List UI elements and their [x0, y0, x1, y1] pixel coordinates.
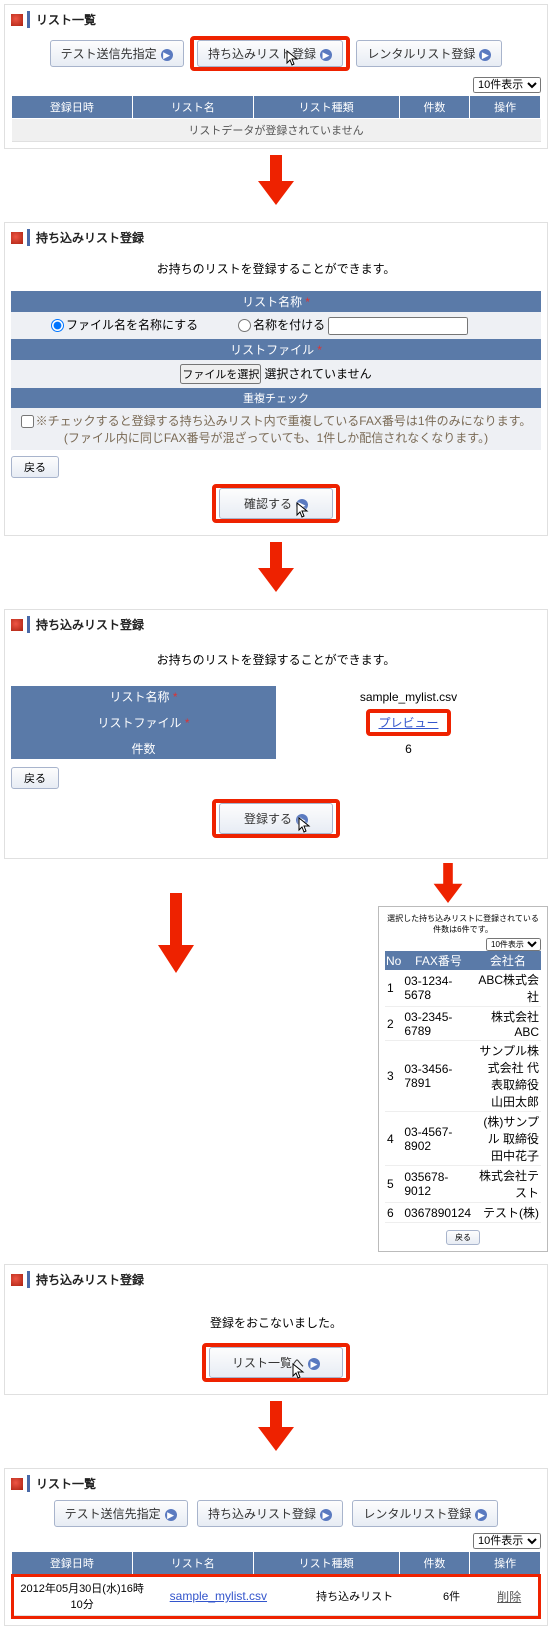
preview-row: 103-1234-5678ABC株式会社 — [385, 970, 541, 1007]
col-op: 操作 — [470, 96, 541, 119]
pin-icon — [11, 14, 23, 26]
section-listname: リスト名称 * — [11, 291, 541, 312]
col-count: 件数 — [399, 1552, 470, 1575]
preview-link[interactable]: プレビュー — [378, 716, 438, 730]
import-list-button[interactable]: 持ち込みリスト登録▶ — [197, 40, 343, 67]
panel-done: 持ち込みリスト登録 登録をおこないました。 リスト一覧へ▶ — [4, 1264, 548, 1395]
pin-icon — [11, 1274, 23, 1286]
col-name: リスト名 — [132, 1552, 253, 1575]
empty-message: リストデータが登録されていません — [12, 119, 541, 142]
title-text: 持ち込みリスト登録 — [27, 229, 144, 246]
list-table: 登録日時 リスト名 リスト種類 件数 操作 — [11, 1551, 541, 1575]
chevron-right-icon: ▶ — [475, 1509, 487, 1521]
submit-button[interactable]: 登録する▶ — [219, 803, 333, 834]
col-name: リスト名 — [132, 96, 253, 119]
panel-list-2: リスト一覧 テスト送信先指定▶ 持ち込みリスト登録▶ レンタルリスト登録▶ 10… — [4, 1468, 548, 1626]
file-choose-button[interactable]: ファイルを選択 — [180, 364, 261, 384]
pager-select[interactable]: 10件表示 — [473, 1533, 541, 1549]
list-name-link[interactable]: sample_mylist.csv — [170, 1589, 267, 1603]
panel-list-1: リスト一覧 テスト送信先指定▶ 持ち込みリスト登録▶ レンタルリスト登録▶ 10… — [4, 4, 548, 149]
chevron-right-icon: ▶ — [308, 1358, 320, 1370]
col-type: リスト種類 — [253, 1552, 399, 1575]
confirm-name-value: sample_mylist.csv — [276, 686, 541, 707]
list-table: 登録日時 リスト名 リスト種類 件数 操作 リストデータが登録されていません — [11, 95, 541, 142]
preview-row: 403-4567-8902(株)サンプル 取締役 田中花子 — [385, 1112, 541, 1166]
table-row: 2012年05月30日(水)16時10分 sample_mylist.csv 持… — [14, 1577, 538, 1616]
chevron-right-icon: ▶ — [320, 49, 332, 61]
col-type: リスト種類 — [253, 96, 399, 119]
chevron-right-icon: ▶ — [296, 814, 308, 826]
col-count: 件数 — [399, 96, 470, 119]
chevron-right-icon: ▶ — [296, 499, 308, 511]
done-message: 登録をおこないました。 — [11, 1314, 541, 1331]
pin-icon — [11, 232, 23, 244]
arrow-down-icon — [4, 863, 348, 976]
panel-import-confirm: 持ち込みリスト登録 お持ちのリストを登録することができます。 リスト名称 *sa… — [4, 609, 548, 859]
arrow-down-icon — [348, 863, 548, 906]
listname-options: ファイル名を名称にする 名称を付ける — [11, 312, 541, 339]
col-date: 登録日時 — [12, 96, 133, 119]
col-op: 操作 — [470, 1552, 541, 1575]
arrow-down-icon — [4, 155, 548, 208]
rental-list-button[interactable]: レンタルリスト登録▶ — [356, 40, 502, 67]
goto-list-button[interactable]: リスト一覧へ▶ — [209, 1347, 343, 1378]
arrow-down-icon — [4, 542, 548, 595]
pin-icon — [11, 1478, 23, 1490]
preview-row: 203-2345-6789株式会社ABC — [385, 1007, 541, 1041]
import-list-button[interactable]: 持ち込みリスト登録▶ — [197, 1500, 343, 1527]
panel-import-form: 持ち込みリスト登録 お持ちのリストを登録することができます。 リスト名称 * フ… — [4, 222, 548, 536]
test-dest-button[interactable]: テスト送信先指定▶ — [54, 1500, 188, 1527]
pin-icon — [11, 619, 23, 631]
preview-row: 303-3456-7891サンプル株式会社 代表取締役 山田太郎 — [385, 1041, 541, 1112]
cell-count: 6件 — [423, 1577, 481, 1616]
file-none-text: 選択されていません — [264, 367, 371, 381]
preview-popup: 選択した持ち込みリストに登録されている件数は6件です。 10件表示 NoFAX番… — [378, 906, 548, 1252]
delete-link[interactable]: 削除 — [497, 1590, 521, 1604]
preview-pager[interactable]: 10件表示 — [486, 938, 541, 951]
dup-checkbox[interactable]: ※チェックすると登録する持ち込みリスト内で重複しているFAX番号は1件のみになり… — [21, 414, 532, 428]
section-listfile: リストファイル * — [11, 339, 541, 360]
cell-date: 2012年05月30日(水)16時10分 — [14, 1577, 150, 1616]
title-text: 持ち込みリスト登録 — [27, 616, 144, 633]
chevron-right-icon: ▶ — [161, 49, 173, 61]
chevron-right-icon: ▶ — [165, 1509, 177, 1521]
rental-list-button[interactable]: レンタルリスト登録▶ — [352, 1500, 498, 1527]
radio-filename[interactable]: ファイル名を名称にする — [51, 316, 198, 335]
preview-back-button[interactable]: 戻る — [446, 1230, 480, 1245]
lead-text: お持ちのリストを登録することができます。 — [11, 260, 541, 277]
custom-name-input[interactable] — [328, 317, 468, 335]
confirm-count-value: 6 — [276, 738, 541, 759]
section-dup: 重複チェック — [11, 388, 541, 408]
confirm-table: リスト名称 *sample_mylist.csv リストファイル *プレビュー … — [11, 686, 541, 759]
back-button[interactable]: 戻る — [11, 767, 59, 789]
panel-title: リスト一覧 — [11, 11, 541, 28]
chevron-right-icon: ▶ — [479, 49, 491, 61]
col-date: 登録日時 — [12, 1552, 133, 1575]
test-dest-button[interactable]: テスト送信先指定▶ — [50, 40, 184, 67]
chevron-right-icon: ▶ — [320, 1509, 332, 1521]
lead-text: お持ちのリストを登録することができます。 — [11, 651, 541, 668]
preview-row: 5035678-9012株式会社テスト — [385, 1166, 541, 1203]
arrow-down-icon — [4, 1401, 548, 1454]
title-text: リスト一覧 — [27, 1475, 96, 1492]
title-text: 持ち込みリスト登録 — [27, 1271, 144, 1288]
title-text: リスト一覧 — [27, 11, 96, 28]
cell-type: 持ち込みリスト — [286, 1577, 422, 1616]
radio-custom[interactable]: 名称を付ける — [238, 316, 468, 335]
confirm-button[interactable]: 確認する▶ — [219, 488, 333, 519]
pager-select[interactable]: 10件表示 — [473, 77, 541, 93]
back-button[interactable]: 戻る — [11, 456, 59, 478]
preview-row: 60367890124テスト(株) — [385, 1203, 541, 1223]
dup-note2: (ファイル内に同じFAX番号が混ざっていても、1件しか配信されなくなります。) — [64, 431, 488, 445]
preview-caption: 選択した持ち込みリストに登録されている件数は6件です。 — [385, 913, 541, 935]
